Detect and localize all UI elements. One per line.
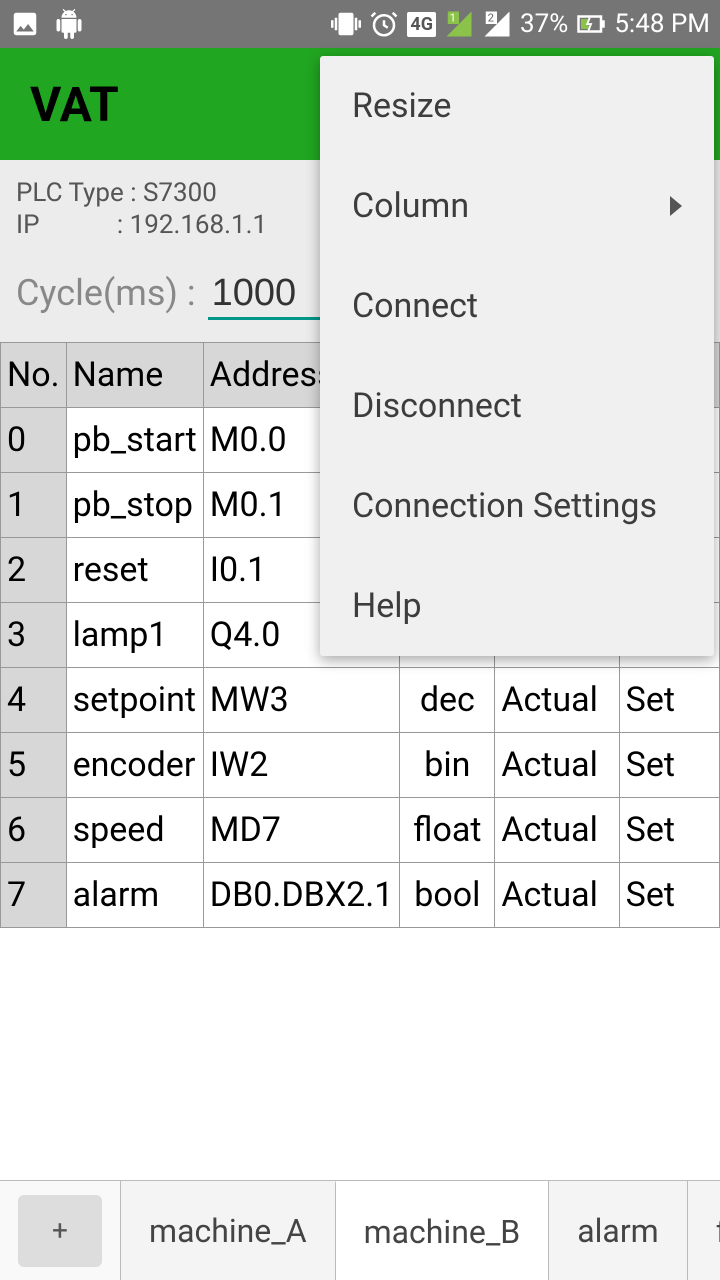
tab-machine_B[interactable]: machine_B [335, 1181, 549, 1280]
cell-address[interactable]: MW3 [203, 668, 400, 733]
battery-charging-icon [576, 9, 606, 39]
cell-set[interactable]: Set [619, 863, 719, 928]
cell-actual[interactable]: Actual [495, 733, 619, 798]
cell-name[interactable]: alarm [66, 863, 203, 928]
menu-item-resize[interactable]: Resize [320, 56, 714, 156]
cell-no[interactable]: 2 [1, 538, 67, 603]
vibrate-icon [331, 9, 361, 39]
cell-set[interactable]: Set [619, 733, 719, 798]
cycle-label: Cycle(ms) : [16, 272, 196, 314]
menu-item-label: Column [352, 186, 469, 226]
cell-no[interactable]: 4 [1, 668, 67, 733]
header-no[interactable]: No. [1, 343, 67, 408]
cell-name[interactable]: encoder [66, 733, 203, 798]
cell-set[interactable]: Set [619, 798, 719, 863]
cell-format[interactable]: float [400, 798, 495, 863]
cell-no[interactable]: 7 [1, 863, 67, 928]
cell-actual[interactable]: Actual [495, 863, 619, 928]
svg-text:2: 2 [488, 12, 494, 25]
svg-text:1: 1 [450, 12, 456, 25]
menu-item-connect[interactable]: Connect [320, 256, 714, 356]
menu-item-label: Resize [352, 86, 451, 126]
tab-alarm[interactable]: alarm [548, 1181, 687, 1280]
add-tab-button[interactable]: + [18, 1195, 102, 1267]
table-row[interactable]: 6speedMD7floatActualSet [1, 798, 720, 863]
cell-actual[interactable]: Actual [495, 668, 619, 733]
cell-address[interactable]: DB0.DBX2.1 [203, 863, 400, 928]
cell-name[interactable]: pb_stop [66, 473, 203, 538]
cell-format[interactable]: bool [400, 863, 495, 928]
menu-item-connection-settings[interactable]: Connection Settings [320, 456, 714, 556]
cell-name[interactable]: reset [66, 538, 203, 603]
overflow-menu: Resize Column Connect Disconnect Connection … [320, 56, 714, 656]
menu-item-label: Connect [352, 286, 478, 326]
cell-no[interactable]: 6 [1, 798, 67, 863]
android-status-bar: 4G 1 2 37% 5:48 PM [0, 0, 720, 48]
bottom-tab-bar: + machine_Amachine_Balarmfee [0, 1180, 720, 1280]
ip-label: IP [16, 210, 39, 240]
signal-sim1-icon: 1 [444, 9, 474, 39]
battery-percent: 37% [520, 9, 568, 39]
cell-name[interactable]: speed [66, 798, 203, 863]
menu-item-help[interactable]: Help [320, 556, 714, 656]
ip-value: 192.168.1.1 [130, 210, 267, 240]
menu-item-label: Connection Settings [352, 486, 657, 526]
cell-no[interactable]: 3 [1, 603, 67, 668]
table-row[interactable]: 4setpointMW3decActualSet [1, 668, 720, 733]
cell-name[interactable]: pb_start [66, 408, 203, 473]
cell-format[interactable]: bin [400, 733, 495, 798]
network-4g-icon: 4G [407, 12, 436, 37]
cell-name[interactable]: lamp1 [66, 603, 203, 668]
clock: 5:48 PM [614, 9, 710, 39]
signal-sim2-icon: 2 [482, 9, 512, 39]
menu-item-column[interactable]: Column [320, 156, 714, 256]
app-title: VAT [30, 76, 119, 133]
cell-no[interactable]: 0 [1, 408, 67, 473]
table-row[interactable]: 5encoderIW2binActualSet [1, 733, 720, 798]
menu-item-label: Disconnect [352, 386, 522, 426]
cell-address[interactable]: MD7 [203, 798, 400, 863]
add-tab-area: + [0, 1181, 120, 1280]
picture-icon [10, 9, 40, 39]
cell-name[interactable]: setpoint [66, 668, 203, 733]
cell-format[interactable]: dec [400, 668, 495, 733]
table-row[interactable]: 7alarmDB0.DBX2.1boolActualSet [1, 863, 720, 928]
menu-item-label: Help [352, 586, 422, 626]
cell-no[interactable]: 5 [1, 733, 67, 798]
cell-actual[interactable]: Actual [495, 798, 619, 863]
cell-no[interactable]: 1 [1, 473, 67, 538]
plc-type-label: PLC Type [16, 178, 124, 208]
cell-address[interactable]: IW2 [203, 733, 400, 798]
menu-item-disconnect[interactable]: Disconnect [320, 356, 714, 456]
tab-fee[interactable]: fee [687, 1181, 720, 1280]
alarm-icon [369, 9, 399, 39]
plc-type-value: S7300 [143, 178, 217, 208]
chevron-right-icon [670, 196, 682, 216]
tab-machine_A[interactable]: machine_A [120, 1181, 335, 1280]
cell-set[interactable]: Set [619, 668, 719, 733]
cycle-input[interactable] [208, 270, 338, 320]
header-name[interactable]: Name [66, 343, 203, 408]
android-icon [54, 9, 84, 39]
